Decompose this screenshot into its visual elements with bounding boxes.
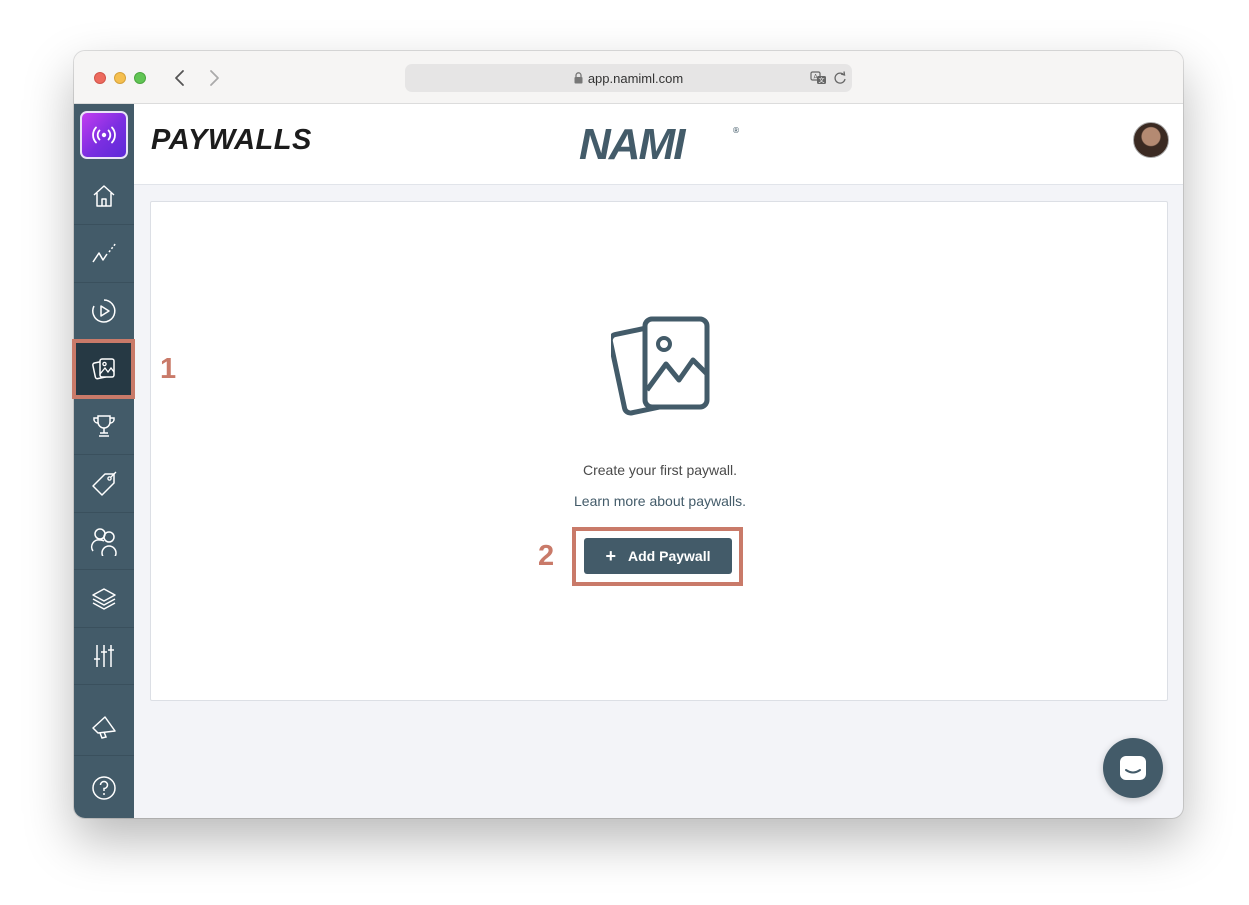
highlight-box-step-2 bbox=[572, 527, 743, 586]
back-button[interactable] bbox=[170, 67, 190, 89]
highlight-box-step-1 bbox=[72, 339, 135, 399]
page-header: PAYWALLS NAMI ® bbox=[134, 104, 1183, 185]
broadcast-icon bbox=[92, 126, 116, 144]
chevron-left-icon bbox=[175, 70, 184, 86]
learn-more-link[interactable]: Learn more about paywalls. bbox=[151, 493, 1169, 509]
translate-icon[interactable]: 文A bbox=[810, 70, 828, 89]
sidebar-item-products[interactable] bbox=[74, 456, 134, 513]
svg-text:®: ® bbox=[732, 126, 739, 135]
zoom-window-button[interactable] bbox=[134, 72, 146, 84]
users-icon bbox=[90, 528, 117, 556]
empty-state-message: Create your first paywall. bbox=[582, 462, 738, 478]
svg-text:NAMI: NAMI bbox=[579, 121, 686, 165]
sidebar-item-settings[interactable] bbox=[74, 628, 134, 685]
layers-icon bbox=[92, 588, 116, 610]
browser-window: app.namiml.com 文A PAYWALLS NAMI ® Create… bbox=[74, 51, 1183, 818]
sidebar bbox=[74, 104, 134, 818]
forward-button[interactable] bbox=[204, 67, 224, 89]
chat-launcher-button[interactable] bbox=[1103, 738, 1163, 798]
sidebar-item-announcements[interactable] bbox=[74, 699, 134, 756]
browser-titlebar: app.namiml.com 文A bbox=[74, 51, 1183, 104]
page-title: PAYWALLS bbox=[151, 124, 312, 156]
url-text: app.namiml.com bbox=[587, 70, 684, 86]
home-icon bbox=[93, 185, 115, 207]
user-avatar[interactable] bbox=[1133, 122, 1169, 158]
play-circle-icon bbox=[92, 299, 116, 323]
sidebar-item-integrations[interactable] bbox=[74, 571, 134, 628]
chat-icon bbox=[1120, 756, 1146, 780]
nami-logo: NAMI ® bbox=[579, 120, 740, 170]
sidebar-item-achievements[interactable] bbox=[74, 398, 134, 455]
paywall-illustration-icon bbox=[607, 314, 711, 423]
trophy-icon bbox=[93, 415, 115, 437]
chevron-right-icon bbox=[210, 70, 219, 86]
tag-icon bbox=[92, 471, 117, 496]
app-logo-button[interactable] bbox=[80, 111, 128, 159]
sidebar-item-home[interactable] bbox=[74, 168, 134, 225]
svg-text:文: 文 bbox=[818, 77, 824, 85]
help-circle-icon bbox=[92, 775, 116, 800]
step-number-1: 1 bbox=[160, 353, 177, 385]
address-bar[interactable]: app.namiml.com 文A bbox=[405, 64, 852, 92]
sidebar-item-analytics[interactable] bbox=[74, 226, 134, 283]
sliders-icon bbox=[94, 645, 114, 667]
minimize-window-button[interactable] bbox=[114, 72, 126, 84]
reload-icon[interactable] bbox=[833, 70, 847, 89]
step-number-2: 2 bbox=[538, 540, 555, 572]
megaphone-icon bbox=[92, 716, 116, 739]
sidebar-item-audiences[interactable] bbox=[74, 513, 134, 570]
sidebar-item-help[interactable] bbox=[74, 759, 134, 816]
close-window-button[interactable] bbox=[94, 72, 106, 84]
empty-state-card: Create your first paywall. Learn more ab… bbox=[150, 201, 1168, 701]
lock-icon bbox=[574, 72, 583, 84]
sidebar-item-campaigns[interactable] bbox=[74, 283, 134, 340]
trend-line-icon bbox=[92, 242, 117, 263]
